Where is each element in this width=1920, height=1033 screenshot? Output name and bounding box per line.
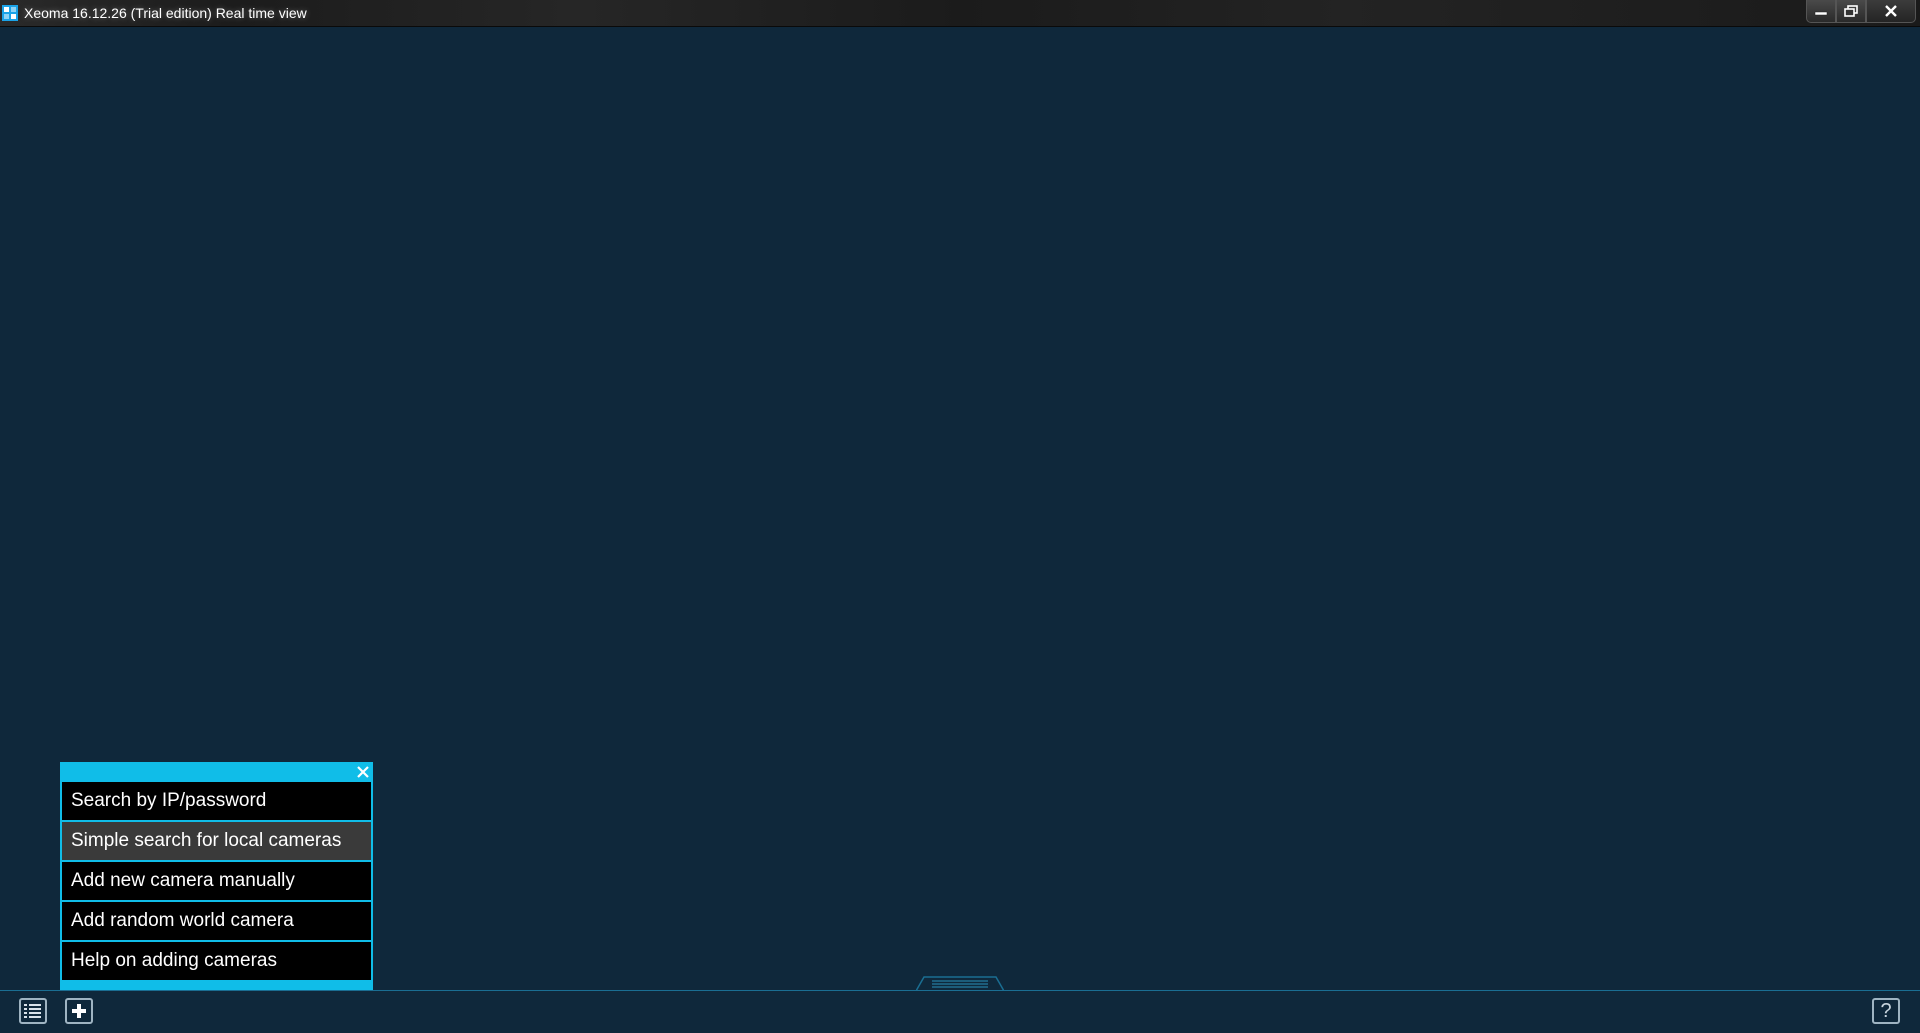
minimize-button[interactable] bbox=[1806, 0, 1836, 23]
maximize-button[interactable] bbox=[1836, 0, 1866, 23]
plus-icon bbox=[72, 1004, 86, 1018]
close-icon bbox=[1885, 5, 1897, 17]
window-controls bbox=[1806, 0, 1916, 23]
add-camera-menu: Search by IP/password Simple search for … bbox=[60, 762, 373, 992]
window-title: Xeoma 16.12.26 (Trial edition) Real time… bbox=[24, 5, 307, 21]
panel-toggle-handle[interactable] bbox=[916, 976, 1004, 991]
camera-list-button[interactable] bbox=[19, 998, 47, 1024]
menu-item-random-world-camera[interactable]: Add random world camera bbox=[62, 902, 371, 940]
help-icon: ? bbox=[1880, 999, 1892, 1022]
menu-item-simple-search[interactable]: Simple search for local cameras bbox=[62, 822, 371, 860]
title-bar: Xeoma 16.12.26 (Trial edition) Real time… bbox=[0, 0, 1920, 27]
close-window-button[interactable] bbox=[1866, 0, 1916, 23]
menu-item-add-manually[interactable]: Add new camera manually bbox=[62, 862, 371, 900]
menu-item-help-adding[interactable]: Help on adding cameras bbox=[62, 942, 371, 980]
minimize-icon bbox=[1814, 11, 1828, 16]
maximize-icon bbox=[1844, 5, 1858, 17]
app-icon bbox=[2, 5, 18, 21]
add-camera-button[interactable] bbox=[65, 998, 93, 1024]
menu-item-search-by-ip[interactable]: Search by IP/password bbox=[62, 782, 371, 820]
list-icon bbox=[24, 1004, 41, 1018]
close-icon[interactable] bbox=[355, 764, 371, 780]
bottom-toolbar bbox=[0, 990, 1920, 1033]
add-camera-menu-list: Search by IP/password Simple search for … bbox=[62, 782, 371, 982]
help-button[interactable]: ? bbox=[1872, 998, 1900, 1024]
